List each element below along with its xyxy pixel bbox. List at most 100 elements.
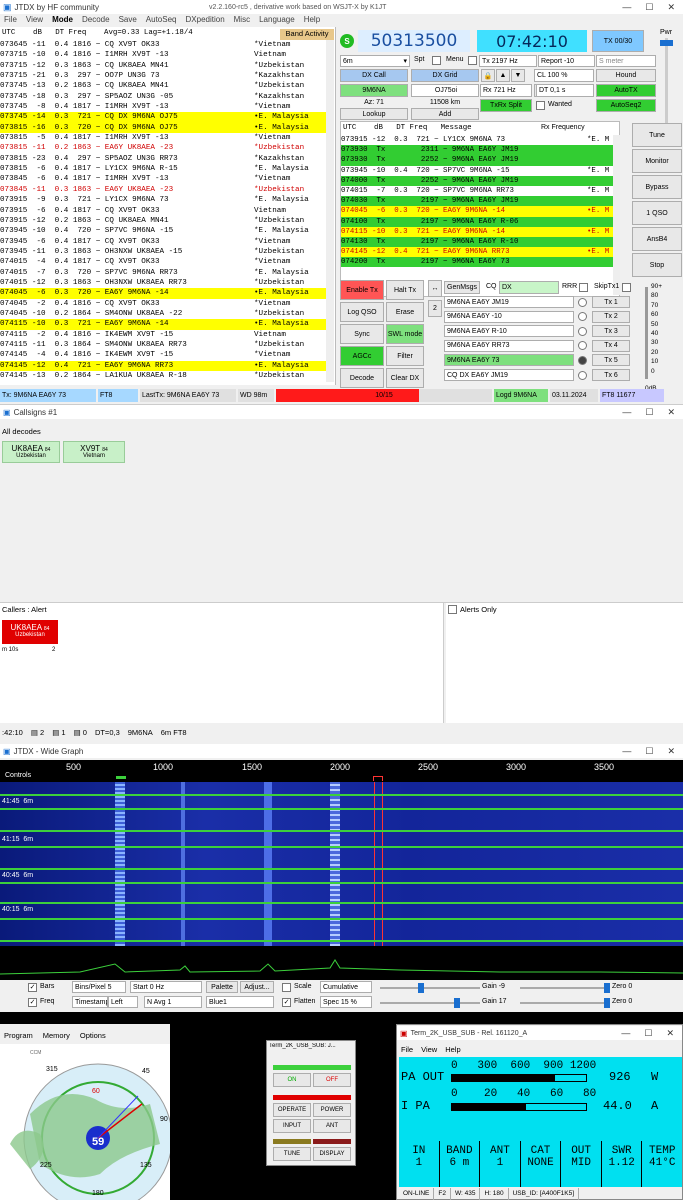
caller-alert-card[interactable]: UK8AEA 84 Uzbekistan bbox=[2, 620, 58, 644]
maximize-icon[interactable]: ☐ bbox=[645, 746, 653, 757]
decode-line[interactable]: 073745 -8 0.4 1817 ~ I1MRH XV9T -13 *Viet… bbox=[0, 102, 326, 112]
decode-line[interactable]: 073645 -11 0.4 1816 ~ CQ XV9T OK33 *Vietn… bbox=[0, 40, 326, 50]
display-button[interactable]: DISPLAY bbox=[313, 1147, 351, 1161]
smeter-field[interactable]: S meter bbox=[596, 55, 656, 67]
power-button[interactable]: POWER bbox=[313, 1103, 351, 1117]
menu-checkbox[interactable] bbox=[468, 56, 477, 65]
spectrum-area[interactable]: Controls 500 1000 1500 2000 2500 3000 3500 41:… bbox=[0, 760, 683, 980]
rx-line[interactable]: 073930 Tx 2252 ~ 9M6NA EA6Y JM19 bbox=[341, 155, 613, 166]
autotx-button[interactable]: AutoTX bbox=[596, 84, 656, 97]
one-qso-button[interactable]: 1 QSO bbox=[632, 201, 682, 225]
off-button[interactable]: OFF bbox=[313, 1073, 351, 1087]
tx-3-button[interactable]: Tx 3 bbox=[592, 325, 630, 338]
tx-lock-button[interactable]: 🔒 bbox=[481, 69, 495, 82]
menu-view[interactable]: View bbox=[26, 15, 43, 27]
gain2-handle[interactable] bbox=[454, 998, 460, 1008]
decode-line[interactable]: 073945 -6 0.4 1817 ~ CQ XV9T OK33 *Vietna… bbox=[0, 237, 326, 247]
zero2-handle[interactable] bbox=[604, 998, 610, 1008]
menu-help[interactable]: Help bbox=[304, 15, 320, 27]
tx-message-field[interactable]: CQ DX EA6Y JM19 bbox=[444, 369, 574, 381]
frequency-display[interactable]: 50313500 bbox=[358, 30, 470, 52]
decode-line[interactable]: 074015 -4 0.4 1817 ~ CQ XV9T OK33 *Vietna… bbox=[0, 257, 326, 267]
tx-4-button[interactable]: Tx 4 bbox=[592, 339, 630, 352]
zero1-handle[interactable] bbox=[604, 983, 610, 993]
tx-message-field[interactable]: 9M6NA EA6Y 73 bbox=[444, 354, 574, 367]
menu-language[interactable]: Language bbox=[259, 15, 295, 27]
tx-5-button[interactable]: Tx 5 bbox=[592, 354, 630, 367]
report-field[interactable]: Report -10 bbox=[538, 55, 595, 67]
timestamp-field[interactable]: Timestamp bbox=[72, 996, 108, 1008]
start-field[interactable]: Start 0 Hz bbox=[130, 981, 202, 993]
tx-radio[interactable] bbox=[578, 370, 587, 380]
genmsgs-button[interactable]: GenMsgs bbox=[444, 281, 480, 294]
bypass-button[interactable]: Bypass bbox=[632, 175, 682, 199]
bins-pixel-field[interactable]: Bins/Pixel 5 bbox=[72, 981, 126, 993]
maximize-icon[interactable]: ☐ bbox=[645, 407, 653, 418]
timestamp-pos-select[interactable]: Left bbox=[108, 996, 138, 1008]
map-menu-options[interactable]: Options bbox=[80, 1031, 106, 1040]
decode-line[interactable]: 073815 -11 0.2 1863 ~ EA6Y UK8AEA -23 *Uz… bbox=[0, 143, 326, 153]
gain1-slider[interactable] bbox=[380, 987, 480, 989]
palette-button[interactable]: Palette bbox=[206, 981, 238, 993]
alerts-only-checkbox[interactable] bbox=[448, 605, 457, 614]
band-activity-panel[interactable]: UTC dB DT Freq Avg=0.33 Lag=+1.18/4 Band… bbox=[0, 27, 336, 385]
decode-line[interactable]: 073915 -6 0.4 1817 ~ CQ XV9T OK33 Vietnam bbox=[0, 206, 326, 216]
txrx-split-button[interactable]: TxRx Split bbox=[480, 99, 532, 112]
decode-line[interactable]: 073715 -12 0.3 1863 ~ CQ UK8AEA MN41 *Uzb… bbox=[0, 61, 326, 71]
enable-tx-button[interactable]: Enable Tx bbox=[340, 280, 384, 300]
map-menu-memory[interactable]: Memory bbox=[43, 1031, 70, 1040]
decode-line[interactable]: 073745 -14 0.3 721 ~ CQ DX 9M6NA OJ75 •E.… bbox=[0, 112, 326, 123]
agcc-button[interactable]: AGCc bbox=[340, 346, 384, 366]
adjust-button[interactable]: Adjust... bbox=[240, 981, 274, 993]
pwr-slider-handle[interactable] bbox=[660, 40, 673, 46]
gain1-handle[interactable] bbox=[418, 983, 424, 993]
tx-6-button[interactable]: Tx 6 bbox=[592, 369, 630, 381]
palette-select[interactable]: Blue1 bbox=[206, 996, 274, 1008]
monitor-button[interactable]: Monitor bbox=[632, 149, 682, 173]
log-qso-button[interactable]: Log QSO bbox=[340, 302, 384, 322]
menu-save[interactable]: Save bbox=[119, 15, 137, 27]
tx-radio[interactable] bbox=[578, 355, 587, 365]
close-icon[interactable]: ✕ bbox=[667, 407, 675, 418]
tx-1-button[interactable]: Tx 1 bbox=[592, 296, 630, 308]
tx-message-field[interactable]: 9M6NA EA6Y -10 bbox=[444, 310, 574, 323]
decode-line[interactable]: 074115 -11 0.3 1864 ~ SM4ONW UK8AEA RR73… bbox=[0, 340, 326, 350]
tx-radio[interactable] bbox=[578, 341, 587, 351]
minimize-icon[interactable]: — bbox=[622, 746, 631, 757]
wanted-checkbox[interactable] bbox=[536, 101, 545, 110]
decode-button[interactable]: Decode bbox=[340, 368, 384, 388]
tune-button[interactable]: Tune bbox=[632, 123, 682, 147]
menu-mode[interactable]: Mode bbox=[52, 15, 73, 27]
rx-line[interactable]: 074115 -10 0.3 721 ~ EA6Y 9M6NA -14 •E. M bbox=[341, 226, 613, 237]
rx-line[interactable]: 074145 -12 0.4 721 ~ EA6Y 9M6NA RR73 •E. … bbox=[341, 247, 613, 258]
cq-field[interactable]: DX bbox=[499, 281, 559, 294]
stop-button[interactable]: Stop bbox=[632, 253, 682, 277]
tx-radio[interactable] bbox=[578, 326, 587, 336]
cumulative-select[interactable]: Cumulative bbox=[320, 981, 372, 993]
scale-checkbox[interactable] bbox=[282, 983, 291, 992]
band-select[interactable]: 6m ▾ bbox=[340, 55, 410, 67]
tx-radio[interactable] bbox=[578, 297, 587, 307]
ansb4-button[interactable]: AnsB4 bbox=[632, 227, 682, 251]
maximize-icon[interactable]: ☐ bbox=[645, 2, 653, 13]
skiptx1-checkbox[interactable] bbox=[622, 283, 631, 292]
rx-line[interactable]: 074030 Tx 2197 ~ 9M6NA EA6Y JM19 bbox=[341, 196, 613, 207]
dt-field[interactable]: DT 0,1 s bbox=[536, 84, 594, 97]
rx-line[interactable]: 074130 Tx 2197 ~ 9M6NA EA6Y R-10 bbox=[341, 236, 613, 248]
arrow-down-button[interactable]: ▼ bbox=[511, 69, 525, 82]
rx-line[interactable]: 074015 -7 0.3 720 ~ SP7VC 9M6NA RR73 *E. … bbox=[341, 186, 613, 196]
decode-line[interactable]: 073845 -6 0.4 1817 ~ I1MRH XV9T -13 *Viet… bbox=[0, 174, 326, 184]
tune-amp-button[interactable]: TUNE bbox=[273, 1147, 311, 1161]
rx-freq-field[interactable]: Rx 721 Hz bbox=[480, 84, 532, 97]
tx-freq-field[interactable]: Tx 2197 Hz bbox=[479, 55, 537, 67]
azimuthal-map[interactable]: CCM 315 45 60 90 135 180 225 59 bbox=[0, 1044, 170, 1200]
gain2-slider[interactable] bbox=[380, 1002, 480, 1004]
decode-line[interactable]: 073715 -10 0.4 1816 ~ I1MRH XV9T -13 Viet… bbox=[0, 50, 326, 60]
rx-line[interactable]: 073945 -10 0.4 720 ~ SP7VC 9M6NA -15 *E. … bbox=[341, 166, 613, 176]
input-button[interactable]: INPUT bbox=[273, 1119, 311, 1133]
decode-line[interactable]: 073745 -13 0.2 1863 ~ CQ UK8AEA MN41 *Uzb… bbox=[0, 81, 326, 91]
term-menu-help[interactable]: Help bbox=[445, 1045, 460, 1054]
decode-line[interactable]: 073915 -9 0.3 721 ~ LY1CX 9M6NA 73 *E. Ma… bbox=[0, 195, 326, 205]
dx-grid-button[interactable]: DX Grid bbox=[411, 69, 479, 82]
clear-dx-button[interactable]: Clear DX bbox=[386, 368, 424, 388]
